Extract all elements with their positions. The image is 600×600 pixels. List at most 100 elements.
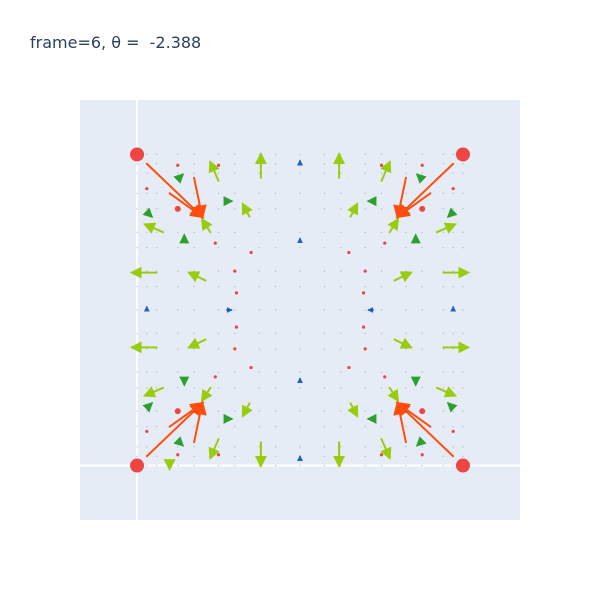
- field-dot: [155, 208, 158, 210]
- field-dot: [146, 192, 148, 194]
- field-dot: [258, 426, 260, 428]
- field-dot: [380, 446, 383, 448]
- field-dot: [274, 446, 277, 448]
- field-dot: [323, 387, 326, 389]
- small-point: [347, 365, 351, 370]
- field-dot: [299, 426, 301, 428]
- field-dot: [217, 371, 220, 373]
- field-dot: [462, 426, 464, 428]
- field-dot: [364, 387, 366, 389]
- field-dot: [217, 172, 220, 174]
- field-dot: [193, 464, 195, 467]
- field-dot: [299, 172, 301, 174]
- field-dot: [146, 208, 148, 210]
- field-dot: [274, 464, 277, 467]
- field-dot: [323, 153, 326, 156]
- field-dot: [462, 163, 464, 165]
- field-dot: [193, 153, 195, 156]
- small-point: [451, 429, 455, 433]
- field-dot: [193, 231, 195, 233]
- field-dot: [155, 387, 158, 389]
- field-dot: [405, 286, 407, 288]
- field-dot: [340, 208, 342, 210]
- field-dot: [452, 426, 454, 428]
- small-point: [176, 453, 180, 457]
- field-dot: [146, 172, 148, 174]
- field-dot: [405, 270, 407, 272]
- field-dot: [146, 387, 148, 389]
- small-point: [145, 429, 149, 433]
- field-dot: [340, 455, 342, 457]
- field-dot: [462, 286, 464, 288]
- field-dot: [146, 371, 148, 373]
- field-dot: [442, 286, 445, 288]
- field-dot: [442, 387, 445, 389]
- field-dot: [136, 163, 138, 165]
- field-dot: [177, 286, 179, 288]
- field-dot: [364, 172, 366, 174]
- field-dot: [217, 348, 220, 350]
- corner-point: [130, 147, 145, 162]
- field-dot: [364, 153, 366, 156]
- corner-point: [455, 147, 470, 162]
- field-dot: [217, 286, 220, 288]
- field-dot: [452, 286, 454, 288]
- field-dot: [136, 387, 138, 389]
- small-point: [383, 241, 387, 245]
- field-dot: [340, 163, 342, 165]
- field-dot: [258, 455, 260, 457]
- field-dot: [234, 410, 236, 412]
- field-dot: [217, 426, 220, 428]
- field-dot: [364, 455, 366, 457]
- field-dot: [452, 208, 454, 210]
- field-dot: [380, 426, 383, 428]
- field-dot: [155, 231, 158, 233]
- field-dot: [258, 309, 260, 311]
- field-dot: [442, 410, 445, 412]
- field-dot: [462, 208, 464, 210]
- field-dot: [217, 208, 220, 210]
- small-point: [420, 163, 424, 167]
- field-dot: [155, 371, 158, 373]
- field-dot: [462, 446, 464, 448]
- field-dot: [405, 153, 407, 156]
- field-dot: [258, 192, 260, 194]
- field-dot: [452, 348, 454, 350]
- small-point: [363, 269, 367, 273]
- small-point: [249, 250, 253, 255]
- field-dot: [146, 446, 148, 448]
- field-dot: [177, 446, 179, 448]
- field-dot: [421, 270, 423, 272]
- field-dot: [234, 371, 236, 373]
- field-dot: [234, 247, 236, 249]
- field-dot: [452, 410, 454, 412]
- small-point: [216, 453, 221, 457]
- field-dot: [462, 192, 464, 194]
- small-point: [383, 375, 387, 379]
- field-dot: [380, 247, 383, 249]
- field-dot: [177, 371, 179, 373]
- field-dot: [258, 371, 260, 373]
- field-dot: [380, 410, 383, 412]
- field-dot: [442, 309, 445, 311]
- field-dot: [452, 192, 454, 194]
- field-dot: [452, 464, 454, 467]
- field-dot: [380, 387, 383, 389]
- field-dot: [380, 348, 383, 350]
- field-dot: [177, 309, 179, 311]
- field-dot: [462, 455, 464, 457]
- field-dot: [274, 387, 277, 389]
- field-dot: [234, 192, 236, 194]
- field-dot: [155, 348, 158, 350]
- field-dot: [258, 163, 260, 165]
- field-dot: [299, 309, 301, 311]
- field-dot: [234, 163, 236, 165]
- field-dot: [299, 371, 301, 373]
- field-dot: [299, 286, 301, 288]
- field-dot: [340, 332, 342, 334]
- field-dot: [193, 426, 195, 428]
- field-dot: [146, 410, 148, 412]
- field-dot: [217, 464, 220, 467]
- field-dot: [405, 348, 407, 350]
- field-dot: [452, 153, 454, 156]
